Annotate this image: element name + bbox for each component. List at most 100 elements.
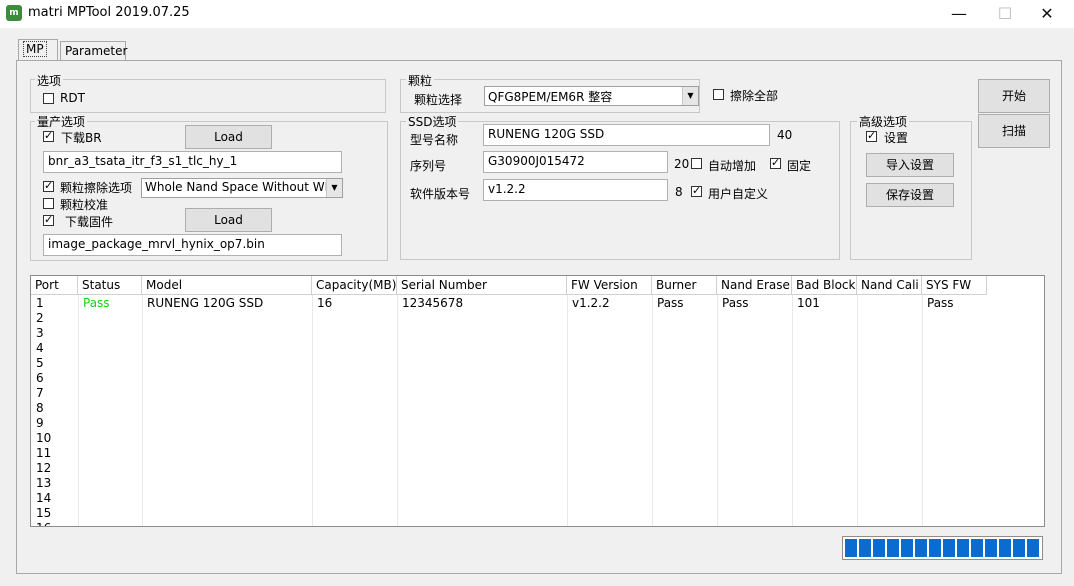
save-settings-button[interactable]: 保存设置 bbox=[866, 183, 954, 207]
erase-mode-select[interactable]: Whole Nand Space Without WPE ▼ bbox=[141, 178, 343, 198]
serial-length: 20 bbox=[674, 157, 690, 171]
column-header-nand-cali[interactable]: Nand Cali bbox=[857, 276, 922, 295]
start-button[interactable]: 开始 bbox=[978, 79, 1050, 113]
rdt-checkbox[interactable] bbox=[43, 93, 54, 104]
chevron-down-icon[interactable]: ▼ bbox=[682, 87, 698, 105]
column-header-nand-erase[interactable]: Nand Erase bbox=[717, 276, 792, 295]
results-table[interactable]: Port Status Model Capacity(MB) Serial Number… bbox=[30, 275, 1045, 527]
table-row[interactable]: 14 bbox=[31, 491, 1044, 506]
chevron-down-icon[interactable]: ▼ bbox=[326, 179, 342, 197]
cell-serial-number: 12345678 bbox=[402, 296, 464, 310]
download-br-checkbox[interactable] bbox=[43, 129, 54, 142]
column-header-burner[interactable]: Burner bbox=[652, 276, 717, 295]
table-row[interactable]: 8 bbox=[31, 401, 1044, 416]
user-defined-label: 用户自定义 bbox=[708, 187, 769, 201]
erase-mode-value: Whole Nand Space Without WPE bbox=[145, 180, 340, 194]
fw-version-length: 8 bbox=[675, 185, 683, 199]
table-row[interactable]: 13 bbox=[31, 476, 1044, 491]
column-header-status[interactable]: Status bbox=[78, 276, 142, 295]
user-defined-checkbox[interactable] bbox=[691, 184, 702, 197]
download-br-label: 下载BR bbox=[61, 131, 102, 145]
tab-mp[interactable]: MP bbox=[18, 39, 58, 60]
options-group-title: 选项 bbox=[35, 72, 64, 89]
chip-select-value: QFG8PEM/EM6R 整容 bbox=[488, 90, 613, 104]
progress-segment bbox=[915, 539, 927, 557]
cell-port: 4 bbox=[36, 341, 44, 355]
table-row[interactable]: 9 bbox=[31, 416, 1044, 431]
table-row[interactable]: 4 bbox=[31, 341, 1044, 356]
table-row[interactable]: 10 bbox=[31, 431, 1044, 446]
cell-port: 14 bbox=[36, 491, 52, 505]
chip-select-label: 颗粒选择 bbox=[414, 93, 463, 107]
progress-segment bbox=[859, 539, 871, 557]
column-header-port[interactable]: Port bbox=[31, 276, 78, 295]
load-br-button[interactable]: Load bbox=[185, 125, 272, 149]
model-name-length: 40 bbox=[777, 128, 793, 142]
table-row[interactable]: 1 Pass RUNENG 120G SSD 16 12345678 v1.2.2 Pass… bbox=[31, 296, 1044, 311]
progress-segment bbox=[887, 539, 899, 557]
app-icon: m bbox=[6, 5, 22, 21]
progress-segment bbox=[845, 539, 857, 557]
maximize-button[interactable]: ☐ bbox=[982, 0, 1028, 28]
progress-segment bbox=[873, 539, 885, 557]
title-bar: m matri MPTool 2019.07.25 — ☐ ✕ bbox=[0, 0, 1074, 28]
progress-bar bbox=[842, 536, 1043, 560]
erase-option-checkbox[interactable] bbox=[43, 179, 54, 192]
cell-port: 6 bbox=[36, 371, 44, 385]
auto-increment-checkbox[interactable] bbox=[691, 158, 702, 169]
cell-port: 13 bbox=[36, 476, 52, 490]
cell-port: 12 bbox=[36, 461, 52, 475]
table-row[interactable]: 6 bbox=[31, 371, 1044, 386]
serial-field[interactable]: G30900J015472 bbox=[483, 151, 668, 173]
erase-all-checkbox[interactable] bbox=[713, 89, 724, 100]
table-row[interactable]: 16 bbox=[31, 521, 1044, 526]
column-header-capacity[interactable]: Capacity(MB) bbox=[312, 276, 397, 295]
progress-segment bbox=[901, 539, 913, 557]
table-row[interactable]: 2 bbox=[31, 311, 1044, 326]
download-fw-checkbox[interactable] bbox=[43, 213, 54, 226]
chip-select[interactable]: QFG8PEM/EM6R 整容 ▼ bbox=[484, 86, 699, 106]
br-file-field[interactable]: bnr_a3_tsata_itr_f3_s1_tlc_hy_1 bbox=[43, 151, 342, 173]
cell-fw-version: v1.2.2 bbox=[572, 296, 610, 310]
table-row[interactable]: 5 bbox=[31, 356, 1044, 371]
fw-version-field[interactable]: v1.2.2 bbox=[483, 179, 668, 201]
column-header-bad-block[interactable]: Bad Block bbox=[792, 276, 857, 295]
minimize-button[interactable]: — bbox=[936, 0, 982, 28]
progress-segment bbox=[957, 539, 969, 557]
column-header-model[interactable]: Model bbox=[142, 276, 312, 295]
cell-status: Pass bbox=[83, 296, 110, 310]
table-row[interactable]: 7 bbox=[31, 386, 1044, 401]
progress-segment bbox=[1013, 539, 1025, 557]
column-header-sys-fw[interactable]: SYS FW bbox=[922, 276, 987, 295]
cell-port: 1 bbox=[36, 296, 44, 310]
advanced-options-title: 高级选项 bbox=[857, 113, 910, 130]
progress-segment bbox=[929, 539, 941, 557]
load-fw-button[interactable]: Load bbox=[185, 208, 272, 232]
cell-burner: Pass bbox=[657, 296, 684, 310]
rdt-label: RDT bbox=[60, 91, 85, 105]
table-row[interactable]: 3 bbox=[31, 326, 1044, 341]
fw-file-field[interactable]: image_package_mrvl_hynix_op7.bin bbox=[43, 234, 342, 256]
cell-port: 10 bbox=[36, 431, 52, 445]
settings-checkbox[interactable] bbox=[866, 129, 877, 142]
calibrate-checkbox[interactable] bbox=[43, 198, 54, 209]
close-button[interactable]: ✕ bbox=[1024, 0, 1070, 28]
table-row[interactable]: 15 bbox=[31, 506, 1044, 521]
column-header-serial-number[interactable]: Serial Number bbox=[397, 276, 567, 295]
cell-port: 16 bbox=[31, 521, 56, 526]
column-header-fw-version[interactable]: FW Version bbox=[567, 276, 652, 295]
import-settings-button[interactable]: 导入设置 bbox=[866, 153, 954, 177]
progress-segment bbox=[1027, 539, 1039, 557]
tab-mp-label: MP bbox=[23, 41, 47, 57]
serial-label: 序列号 bbox=[410, 159, 447, 173]
progress-segment bbox=[971, 539, 983, 557]
progress-segment bbox=[999, 539, 1011, 557]
model-name-field[interactable]: RUNENG 120G SSD bbox=[483, 124, 770, 146]
tab-parameter[interactable]: Parameter bbox=[60, 41, 127, 60]
scan-button[interactable]: 扫描 bbox=[978, 114, 1050, 148]
table-row[interactable]: 12 bbox=[31, 461, 1044, 476]
fixed-checkbox[interactable] bbox=[770, 156, 781, 169]
table-row[interactable]: 11 bbox=[31, 446, 1044, 461]
cell-bad-block: 101 bbox=[797, 296, 820, 310]
cell-port: 3 bbox=[36, 326, 44, 340]
